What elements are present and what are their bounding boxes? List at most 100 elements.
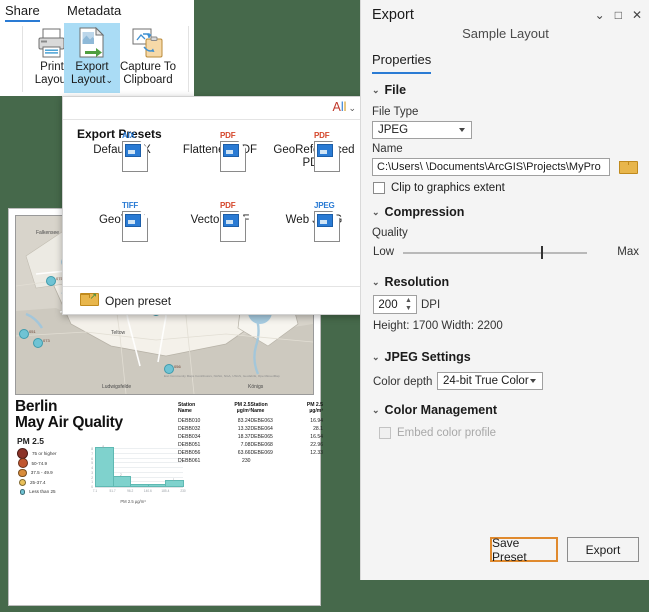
export-panel-footer: Save Preset Export bbox=[361, 525, 649, 580]
chart-x-axis-label: PM 2.5 µg/m³ bbox=[120, 499, 146, 504]
chart-y-tick: 3 bbox=[91, 470, 93, 475]
tab-share-label: Share bbox=[5, 3, 40, 18]
file-type-dropdown[interactable]: JPEG bbox=[372, 121, 472, 139]
chart-x-tick: 7.1 bbox=[92, 489, 98, 493]
open-preset-button[interactable]: Open preset bbox=[105, 294, 171, 308]
all-filter-dropdown[interactable]: All ⌄ bbox=[333, 100, 356, 114]
table-header-row: Station Name PM 2.5 µg/m³ Station Name PM 2.5 µ… bbox=[178, 402, 323, 417]
map-station-marker[interactable]: 051 bbox=[19, 329, 36, 339]
dpi-stepper[interactable]: 200 ▲ ▼ bbox=[373, 295, 417, 314]
save-preset-button[interactable]: Save Preset bbox=[490, 536, 558, 564]
stepper-up-icon[interactable]: ▲ bbox=[405, 297, 412, 304]
table-cell: DEBB010 bbox=[178, 418, 201, 424]
output-name-input[interactable]: C:\Users\ \Documents\ArcGIS\Projects\MyP… bbox=[372, 158, 610, 176]
export-panel: Export ⌄ □ ✕ Sample Layout Properties ⌄ F… bbox=[360, 0, 649, 580]
table-cell: DEBE063 bbox=[250, 418, 273, 424]
clip-to-graphics-extent-checkbox[interactable]: Clip to graphics extent bbox=[373, 182, 505, 194]
section-color-management-header[interactable]: ⌄ Color Management bbox=[372, 403, 497, 417]
table-column-header: PM 2.5 µg/m³ bbox=[306, 402, 323, 414]
preset-georeferenced-pdf[interactable]: PDFGeoReferenced PDF bbox=[269, 131, 359, 172]
chevron-down-icon: ⌄ bbox=[372, 405, 380, 415]
restore-icon[interactable]: □ bbox=[615, 8, 622, 22]
legend-label: Less than 25 bbox=[29, 489, 56, 495]
table-cell: DEBB032 bbox=[178, 426, 201, 433]
table-cell: DEBB051 bbox=[178, 442, 201, 449]
stepper-down-icon[interactable]: ▼ bbox=[405, 305, 412, 312]
map-station-marker[interactable]: 075 bbox=[46, 276, 63, 286]
chevron-down-icon: ⌄ bbox=[372, 352, 380, 362]
table-cell: 16.94 bbox=[310, 418, 323, 424]
chart-y-tick: 7 bbox=[91, 451, 93, 456]
preset-flattened-pdf[interactable]: PDFFlattened PDF bbox=[175, 131, 265, 172]
legend-label: 75 or higher bbox=[32, 451, 57, 457]
capture-to-clipboard-button[interactable]: Capture To Clipboard bbox=[110, 23, 186, 93]
chart-y-tick: 6 bbox=[91, 456, 93, 461]
quality-slider[interactable] bbox=[403, 245, 587, 261]
embed-color-profile-checkbox: Embed color profile bbox=[379, 427, 496, 439]
chart-y-tick: 8 bbox=[91, 447, 93, 451]
tab-properties[interactable]: Properties bbox=[372, 52, 431, 72]
legend-swatch bbox=[18, 468, 27, 477]
file-type-value: JPEG bbox=[378, 124, 409, 136]
slider-track bbox=[403, 252, 587, 254]
table-cell bbox=[293, 457, 323, 465]
table-cell bbox=[250, 457, 292, 465]
section-file-header[interactable]: ⌄ File bbox=[372, 83, 406, 97]
legend-item: 75 or higher bbox=[17, 448, 79, 460]
preset-vector-pdf[interactable]: PDFVector PDF bbox=[175, 201, 265, 242]
table-column-header: PM 2.5 µg/m³ bbox=[234, 402, 251, 414]
slider-thumb[interactable] bbox=[541, 246, 543, 259]
panel-tab-bar: Properties bbox=[372, 52, 432, 74]
export-button[interactable]: Export bbox=[567, 537, 639, 562]
chart-y-tick: 5 bbox=[91, 461, 93, 466]
section-jpeg-settings-header[interactable]: ⌄ JPEG Settings bbox=[372, 350, 471, 364]
station-table-grid: Station Name PM 2.5 µg/m³ Station Name PM 2.5 µ… bbox=[178, 402, 323, 466]
file-type-label: File Type bbox=[372, 106, 419, 118]
close-icon[interactable]: ✕ bbox=[632, 8, 642, 22]
preset-geotiff[interactable]: TIFF GeoTIFF bbox=[77, 201, 167, 242]
clip-to-graphics-extent-label: Clip to graphics extent bbox=[391, 182, 505, 194]
chevron-down-icon[interactable]: ⌄ bbox=[595, 8, 605, 22]
map-station-marker[interactable]: 073 bbox=[33, 338, 50, 348]
legend-items: 75 or higher 50-74.9 37.5 - 49.9 25-37.4 Les… bbox=[17, 448, 79, 497]
ribbon-body: Print Layout Export Layout⌄ Capture To C… bbox=[0, 22, 194, 96]
table-cell: DEBB056 bbox=[178, 450, 201, 457]
table-cell: 18.37 bbox=[237, 434, 251, 441]
tab-share[interactable]: Share bbox=[5, 3, 40, 22]
dpi-value: 200 bbox=[378, 299, 398, 311]
preset-default-aix[interactable]: AIX Default AIX bbox=[77, 131, 167, 172]
legend-item: 37.5 - 49.9 bbox=[17, 468, 79, 478]
legend-label: 25-37.4 bbox=[30, 479, 46, 485]
chart-bar bbox=[95, 447, 114, 487]
section-compression-header[interactable]: ⌄ Compression bbox=[372, 205, 464, 219]
chart-bar bbox=[112, 475, 132, 487]
section-resolution: ⌄ Resolution bbox=[372, 275, 449, 289]
tab-active-underline bbox=[372, 72, 432, 74]
quality-label: Quality bbox=[372, 227, 408, 239]
legend-title: PM 2.5 bbox=[17, 436, 44, 446]
browse-folder-button[interactable] bbox=[619, 160, 638, 174]
table-cell: 12.33 bbox=[310, 450, 323, 457]
ribbon: Share Metadata Print Layout Export Layou… bbox=[0, 0, 194, 96]
chart-y-tick: 2 bbox=[91, 475, 93, 480]
chart-x-tick: 96.2 bbox=[127, 489, 134, 493]
table-cell: DEBB061 bbox=[178, 458, 201, 465]
table-cell: 28.1 bbox=[313, 426, 323, 433]
section-color-management: ⌄ Color Management bbox=[372, 403, 497, 417]
table-cell: 83.24 bbox=[237, 418, 251, 424]
station-table: Station Name PM 2.5 µg/m³ Station Name PM 2.5 µ… bbox=[178, 402, 323, 466]
flyout-footer: ↗ Open preset bbox=[63, 286, 365, 314]
map-station-marker[interactable]: 056 bbox=[164, 364, 181, 374]
color-depth-dropdown[interactable]: 24-bit True Color bbox=[437, 372, 543, 390]
printer-icon bbox=[37, 27, 67, 62]
tab-metadata[interactable]: Metadata bbox=[67, 3, 121, 18]
preset-web-jpeg[interactable]: JPEG Web JPEG bbox=[269, 201, 359, 242]
table-cell: 13.32 bbox=[237, 426, 251, 433]
legend-label: 37.5 - 49.9 bbox=[30, 470, 53, 476]
section-resolution-header[interactable]: ⌄ Resolution bbox=[372, 275, 449, 289]
flyout-filter-bar: All ⌄ bbox=[63, 97, 365, 120]
export-panel-body: ⌄ File File Type JPEG Name C:\Users\ \Doc… bbox=[361, 79, 649, 525]
map-marker-label: 051 bbox=[29, 329, 36, 334]
table-row: DEBB032 13.32 DEBE064 28.1 bbox=[178, 425, 323, 433]
chart-bar-label: 1 bbox=[172, 477, 175, 482]
